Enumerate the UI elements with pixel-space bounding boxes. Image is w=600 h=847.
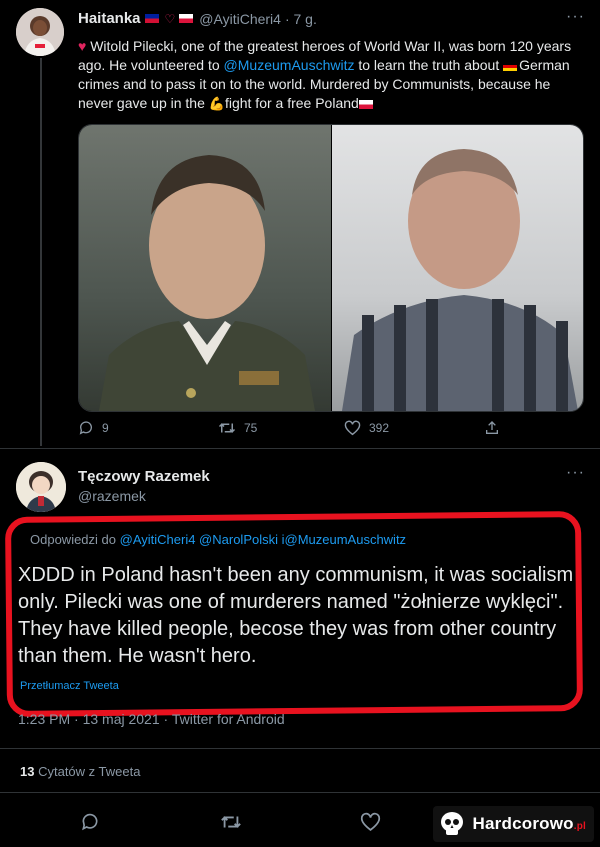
tweet1-time[interactable]: · 7 g.	[285, 11, 317, 27]
like-heart-icon-2	[360, 812, 381, 831]
tweet1-mention-link[interactable]: @MuzeumAuschwitz	[224, 57, 355, 73]
tweet1-author-handle[interactable]: @AyitiCheri4	[199, 11, 281, 27]
watermark-name: Hardcorowo	[472, 814, 574, 833]
tweet1-text: ♥ Witold Pilecki, one of the greatest he…	[78, 37, 586, 113]
like-count: 392	[369, 421, 390, 435]
reply-count: 9	[102, 421, 109, 435]
tweet1-media[interactable]	[78, 124, 584, 412]
avatar-haitanka-icon	[16, 8, 64, 56]
tweet1-more-button[interactable]: ···	[566, 8, 585, 26]
like-action[interactable]: 392	[344, 420, 389, 436]
portrait-prisoner-image	[342, 149, 578, 411]
poland-flag-icon	[179, 14, 194, 23]
watermark-text: Hardcorowo.pl	[473, 814, 586, 834]
tweet1-text-part2: to learn the truth about	[354, 57, 504, 73]
tweet2-timestamp[interactable]: 1:23 PM · 13 maj 2021 · Twitter for Andr…	[18, 711, 285, 727]
quote-tweets-count[interactable]: 13 Cytatów z Tweeta	[20, 764, 140, 779]
portrait-uniform-image	[99, 155, 315, 411]
hardcorowo-watermark: Hardcorowo.pl	[432, 806, 594, 842]
heart-icon: ♡	[164, 11, 176, 26]
thread-connector-line	[40, 58, 42, 446]
red-heart-icon: ♥	[78, 38, 87, 54]
stats-divider-bottom	[0, 792, 600, 793]
reply-action[interactable]: 9	[78, 420, 109, 436]
reply-icon-2	[82, 813, 98, 831]
retweet-button[interactable]	[220, 812, 242, 837]
share-action[interactable]	[484, 420, 500, 436]
tweet2-author-handle[interactable]: @razemek	[78, 488, 146, 504]
photo-uniform-portrait[interactable]	[79, 125, 331, 411]
tweet2-author-name[interactable]: Tęczowy Razemek	[78, 468, 210, 485]
tweet-divider	[0, 448, 600, 449]
like-button[interactable]	[360, 812, 381, 837]
photo-prisoner-portrait[interactable]	[332, 125, 583, 411]
tweet1-author-name[interactable]: Haitanka	[78, 10, 141, 27]
share-icon	[486, 421, 498, 434]
stats-divider-top	[0, 748, 600, 749]
tweet1-action-bar: 9 75 392	[78, 420, 578, 444]
reply-button[interactable]	[80, 812, 100, 837]
quote-count-number: 13	[20, 764, 35, 779]
reply-icon	[79, 421, 92, 435]
avatar-razemek[interactable]	[16, 462, 66, 512]
watermark-tld: .pl	[573, 821, 586, 832]
retweet-action[interactable]: 75	[218, 420, 257, 436]
avatar-haitanka[interactable]	[16, 8, 64, 56]
retweet-count: 75	[244, 421, 258, 435]
like-heart-icon	[344, 420, 361, 436]
quote-count-label: Cytatów z Tweeta	[38, 764, 141, 779]
germany-flag-icon	[503, 61, 518, 71]
red-highlight-outline	[4, 510, 584, 718]
avatar-razemek-icon	[16, 462, 66, 512]
haiti-flag-icon	[144, 14, 159, 23]
flexed-biceps-icon: 💪	[208, 96, 225, 111]
tweet1-header: Haitanka ♡ @AyitiCheri4 · 7 g.	[78, 10, 317, 27]
tweet1-text-part4: fight for a free Poland	[224, 95, 359, 111]
tweet2-more-button[interactable]: ···	[566, 464, 585, 482]
retweet-icon-2	[221, 816, 241, 828]
retweet-icon	[218, 423, 236, 433]
skull-logo-icon	[440, 812, 463, 835]
poland-flag-icon-2	[358, 99, 373, 109]
